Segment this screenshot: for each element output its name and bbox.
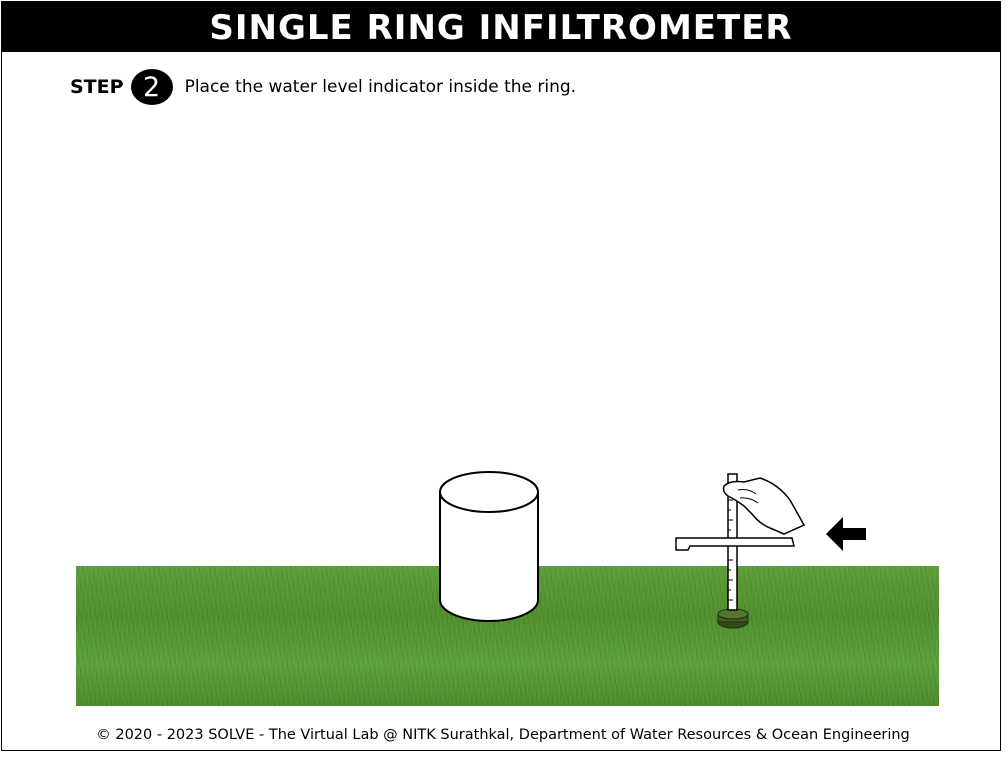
step-label: STEP <box>70 76 124 98</box>
step-number-badge: 2 <box>130 69 173 105</box>
page-title: SINGLE RING INFILTROMETER <box>2 2 1000 52</box>
grass-field <box>76 566 939 706</box>
step-instruction: STEP 2 Place the water level indicator i… <box>70 69 576 105</box>
step-text: Place the water level indicator inside t… <box>184 77 577 97</box>
footer-copyright: © 2020 - 2023 SOLVE - The Virtual Lab @ … <box>96 727 910 743</box>
